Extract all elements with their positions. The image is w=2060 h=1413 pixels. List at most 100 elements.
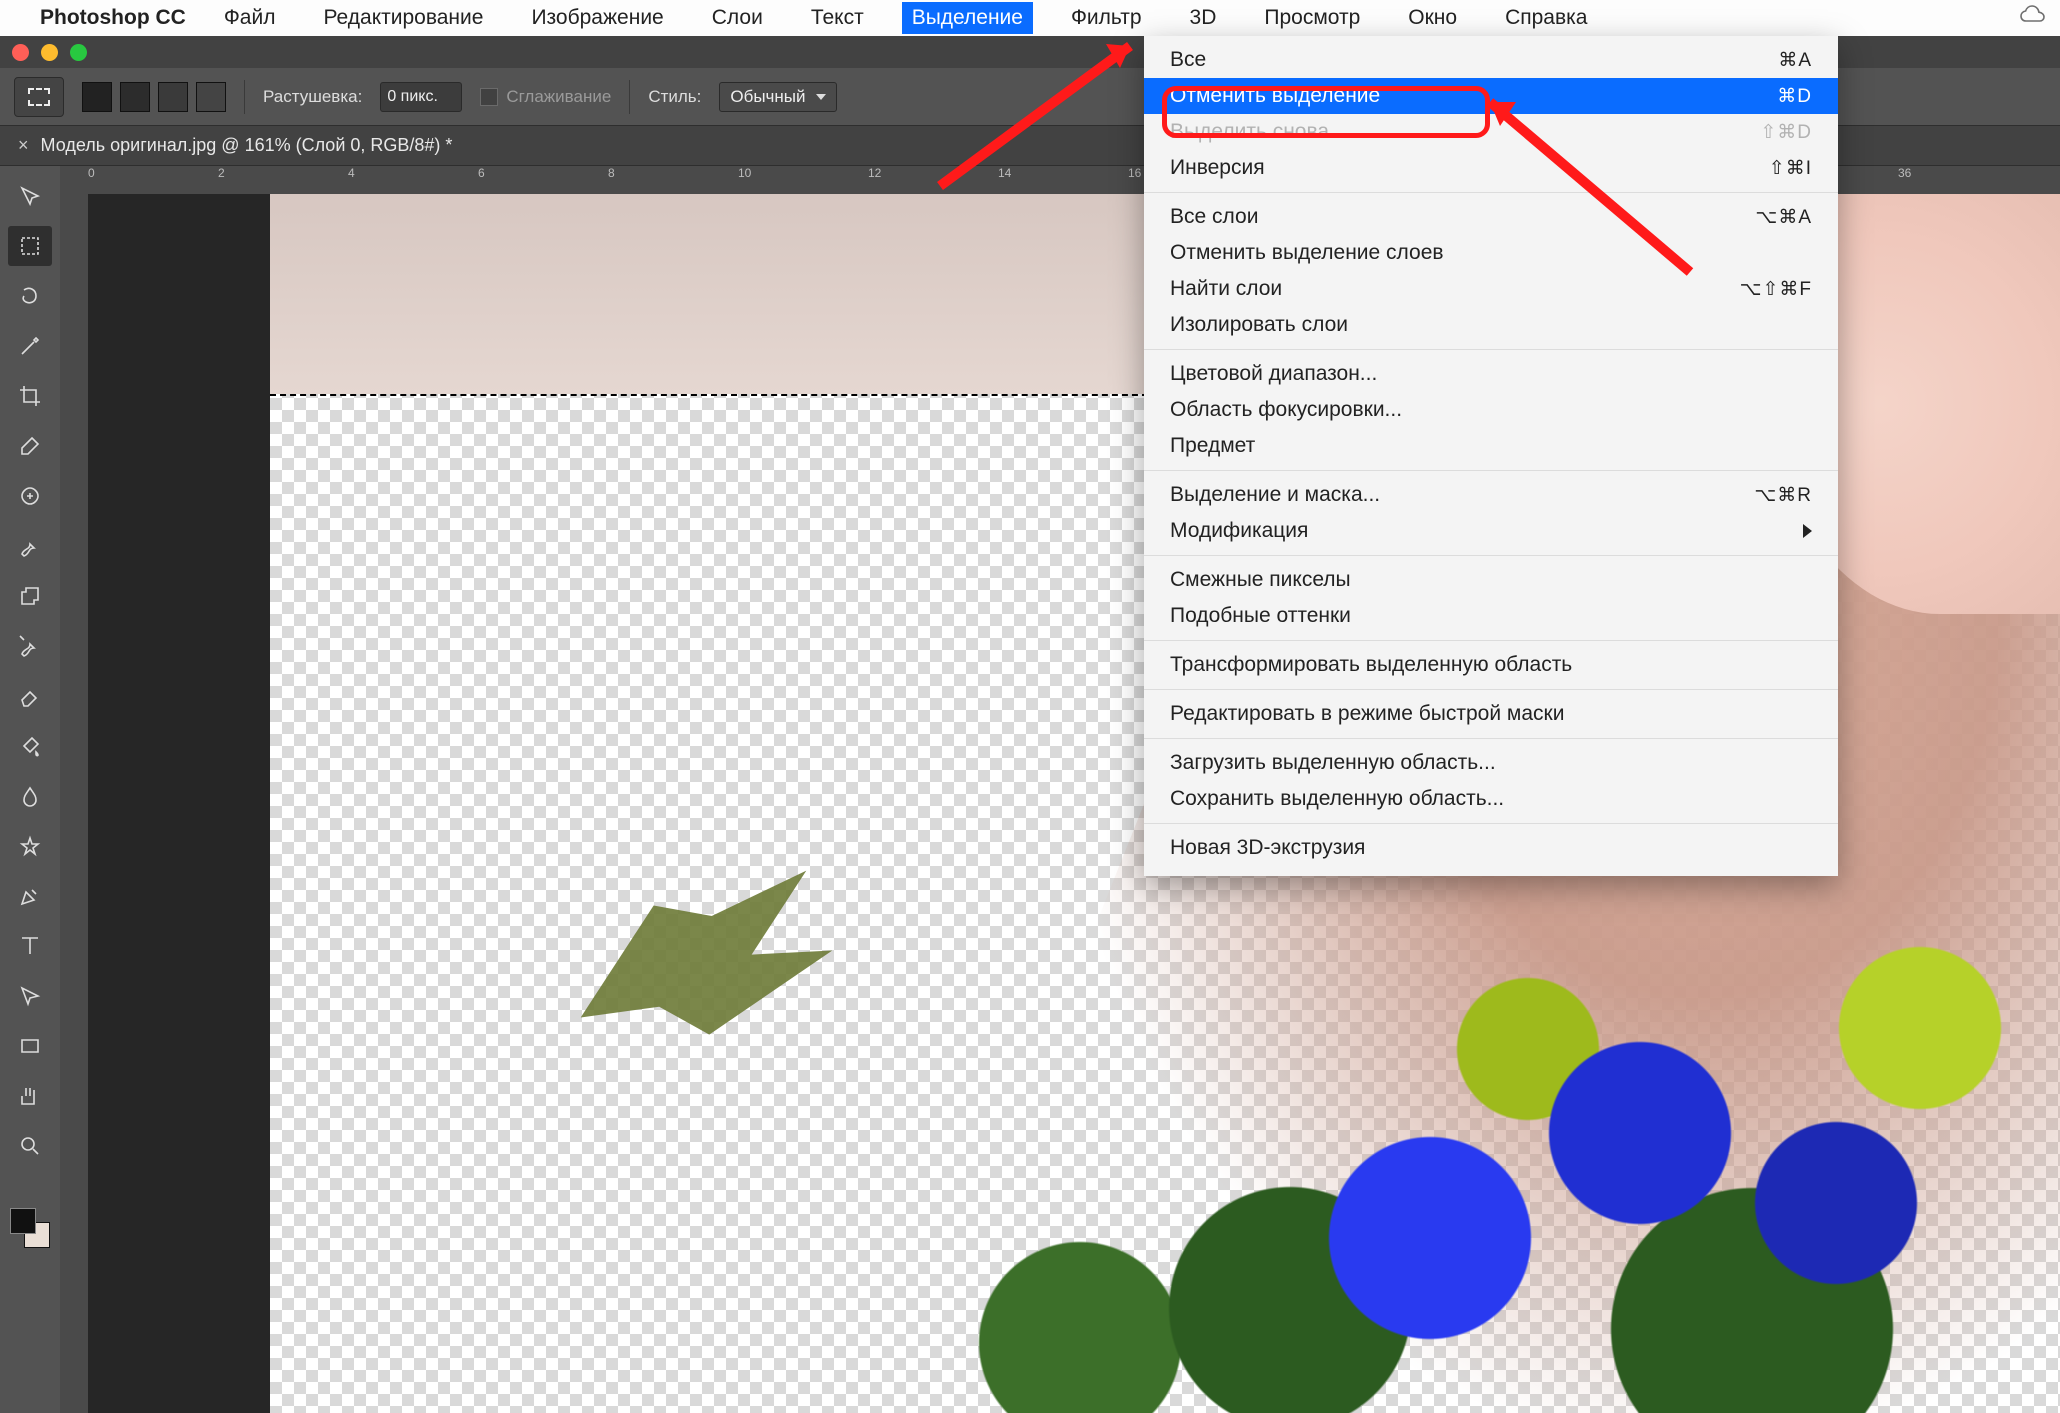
eyedropper-icon <box>18 434 42 458</box>
antialias-checkbox[interactable]: Сглаживание <box>480 87 611 107</box>
subtract-selection-button[interactable] <box>158 82 188 112</box>
path-select-icon <box>18 984 42 1008</box>
rectangular-marquee-icon <box>28 88 50 106</box>
new-selection-button[interactable] <box>82 82 112 112</box>
vertical-ruler[interactable] <box>60 194 88 1413</box>
dodge-tool[interactable] <box>8 826 52 866</box>
menu-item[interactable]: Отменить выделение слоев <box>1144 235 1838 271</box>
menubar-item[interactable]: Слои <box>702 2 773 34</box>
menubar-item[interactable]: Справка <box>1495 2 1597 34</box>
menu-item[interactable]: Трансформировать выделенную область <box>1144 647 1838 683</box>
menu-item[interactable]: Модификация <box>1144 513 1838 549</box>
divider <box>244 80 245 114</box>
menu-item[interactable]: Отменить выделение ⌘D <box>1144 78 1838 114</box>
type-tool[interactable] <box>8 926 52 966</box>
menu-item[interactable]: Редактировать в режиме быстрой маски <box>1144 696 1838 732</box>
menu-item[interactable]: Изолировать слои <box>1144 307 1838 343</box>
menubar-item[interactable]: Выделение <box>902 2 1033 34</box>
marquee-icon <box>18 234 42 258</box>
menu-item[interactable]: Найти слои⌥⇧⌘F <box>1144 271 1838 307</box>
menu-item[interactable]: Новая 3D-экструзия <box>1144 830 1838 866</box>
menu-item[interactable]: Предмет <box>1144 428 1838 464</box>
menubar-item[interactable]: Редактирование <box>313 2 493 34</box>
ruler-origin[interactable] <box>60 166 88 194</box>
paint-bucket-tool[interactable] <box>8 726 52 766</box>
menu-item-label: Загрузить выделенную область... <box>1170 751 1496 775</box>
menubar-item[interactable]: Изображение <box>521 2 673 34</box>
foreground-color-swatch[interactable] <box>10 1208 36 1234</box>
close-window-button[interactable] <box>12 44 29 61</box>
menu-item-shortcut: ⌥⌘R <box>1754 484 1812 507</box>
menu-item[interactable]: Загрузить выделенную область... <box>1144 745 1838 781</box>
menu-item-label: Изолировать слои <box>1170 313 1348 337</box>
mac-menubar: Photoshop CC ФайлРедактированиеИзображен… <box>0 0 2060 36</box>
menu-item-label: Редактировать в режиме быстрой маски <box>1170 702 1564 726</box>
zoom-icon <box>18 1134 42 1158</box>
path-select-tool[interactable] <box>8 976 52 1016</box>
menu-item-label: Отменить выделение <box>1170 84 1380 108</box>
close-tab-button[interactable]: × <box>18 135 29 156</box>
menu-separator <box>1144 192 1838 193</box>
zoom-tool[interactable] <box>8 1126 52 1166</box>
menu-item[interactable]: Инверсия⇧⌘I <box>1144 150 1838 186</box>
menu-item-label: Модификация <box>1170 519 1308 543</box>
menu-item[interactable]: Подобные оттенки <box>1144 598 1838 634</box>
eyedropper-tool[interactable] <box>8 426 52 466</box>
clone-tool[interactable] <box>8 576 52 616</box>
style-value: Обычный <box>730 87 805 107</box>
minimize-window-button[interactable] <box>41 44 58 61</box>
menu-item-label: Цветовой диапазон... <box>1170 362 1377 386</box>
zoom-window-button[interactable] <box>70 44 87 61</box>
lasso-icon <box>18 284 42 308</box>
menubar-item[interactable]: Окно <box>1398 2 1467 34</box>
history-brush-tool[interactable] <box>8 626 52 666</box>
menubar-item[interactable]: Фильтр <box>1061 2 1152 34</box>
pen-tool[interactable] <box>8 876 52 916</box>
menu-item-label: Найти слои <box>1170 277 1282 301</box>
creative-cloud-icon[interactable] <box>2018 5 2048 31</box>
type-icon <box>18 934 42 958</box>
add-selection-button[interactable] <box>120 82 150 112</box>
crop-tool[interactable] <box>8 376 52 416</box>
lasso-tool[interactable] <box>8 276 52 316</box>
current-tool-preset[interactable] <box>14 77 64 117</box>
blur-icon <box>18 784 42 808</box>
rectangle-tool[interactable] <box>8 1026 52 1066</box>
marquee-tool[interactable] <box>8 226 52 266</box>
foreground-background-colors[interactable] <box>8 1206 52 1250</box>
ruler-tick: 16 <box>1128 166 1141 180</box>
blur-tool[interactable] <box>8 776 52 816</box>
menu-item[interactable]: Сохранить выделенную область... <box>1144 781 1838 817</box>
hand-tool[interactable] <box>8 1076 52 1116</box>
chevron-down-icon <box>816 94 826 100</box>
healing-tool[interactable] <box>8 476 52 516</box>
menu-item[interactable]: Все слои⌥⌘A <box>1144 199 1838 235</box>
menubar-item[interactable]: 3D <box>1180 2 1227 34</box>
menu-item-shortcut: ⌘D <box>1777 85 1812 108</box>
menu-item[interactable]: Все⌘A <box>1144 42 1838 78</box>
menu-separator <box>1144 640 1838 641</box>
menu-item[interactable]: Цветовой диапазон... <box>1144 356 1838 392</box>
antialias-label: Сглаживание <box>506 87 611 107</box>
document-tab-title[interactable]: Модель оригинал.jpg @ 161% (Слой 0, RGB/… <box>41 135 453 156</box>
dodge-icon <box>18 834 42 858</box>
intersect-selection-button[interactable] <box>196 82 226 112</box>
feather-input[interactable] <box>380 82 462 112</box>
move-tool[interactable] <box>8 176 52 216</box>
menu-item-shortcut: ⌥⌘A <box>1755 206 1812 229</box>
magic-wand-tool[interactable] <box>8 326 52 366</box>
menubar-item[interactable]: Файл <box>214 2 286 34</box>
brush-tool[interactable] <box>8 526 52 566</box>
menu-item-label: Подобные оттенки <box>1170 604 1351 628</box>
eraser-icon <box>18 684 42 708</box>
style-select[interactable]: Обычный <box>719 82 836 112</box>
clone-icon <box>18 584 42 608</box>
menu-item-label: Все <box>1170 48 1206 72</box>
eraser-tool[interactable] <box>8 676 52 716</box>
menu-item[interactable]: Область фокусировки... <box>1144 392 1838 428</box>
menubar-item[interactable]: Просмотр <box>1254 2 1370 34</box>
style-label: Стиль: <box>648 87 701 107</box>
menu-item[interactable]: Смежные пикселы <box>1144 562 1838 598</box>
menubar-item[interactable]: Текст <box>801 2 874 34</box>
menu-item[interactable]: Выделение и маска...⌥⌘R <box>1144 477 1838 513</box>
